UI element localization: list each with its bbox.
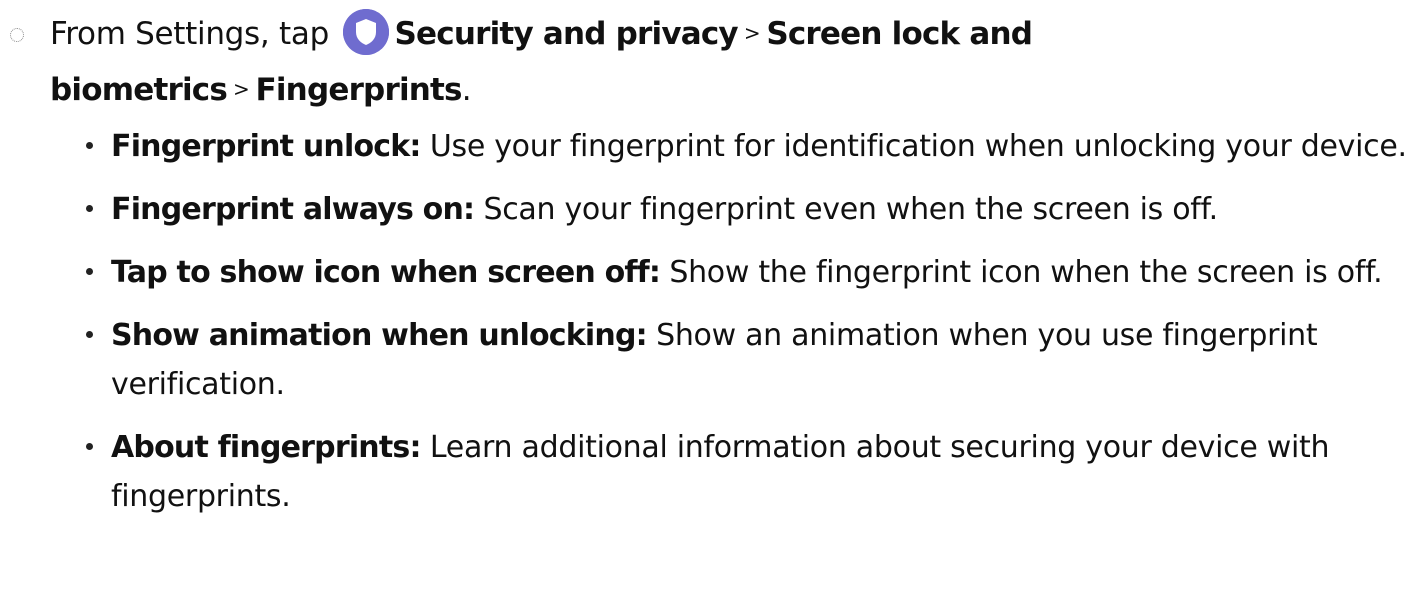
path-fingerprints: Fingerprints (255, 72, 462, 108)
step-marker-icon (10, 28, 24, 42)
bullet-colon: : (648, 255, 661, 290)
list-item: Fingerprint unlock: Use your fingerprint… (0, 122, 1423, 171)
bullet-icon (86, 331, 93, 338)
bullet-term: Show animation when unlocking (111, 318, 636, 353)
bullet-colon: : (409, 129, 421, 164)
step-end: . (461, 72, 472, 108)
fingerprint-options-list: Fingerprint unlock: Use your fingerprint… (0, 122, 1423, 535)
bullet-icon (86, 443, 93, 450)
path-separator: > (743, 21, 761, 45)
bullet-term: About fingerprints (111, 430, 410, 465)
list-item: Show animation when unlocking: Show an a… (0, 311, 1423, 409)
bullet-desc: Use your fingerprint for identification … (429, 129, 1407, 164)
bullet-icon (86, 268, 93, 275)
bullet-icon (86, 205, 93, 212)
shield-icon (342, 8, 389, 55)
bullet-term: Tap to show icon when screen off (111, 255, 650, 290)
bullet-term: Fingerprint unlock (111, 129, 410, 164)
bullet-colon: : (635, 318, 648, 353)
bullet-term: Fingerprint always on (111, 192, 464, 227)
step-text: From Settings, tap Security and privacy >… (50, 8, 1410, 120)
bullet-icon (86, 142, 93, 149)
bullet-desc: Scan your fingerprint even when the scre… (483, 192, 1219, 227)
bullet-colon: : (463, 192, 475, 227)
list-item: Fingerprint always on: Scan your fingerp… (0, 185, 1423, 234)
path-separator: > (233, 77, 250, 101)
list-item: About fingerprints: Learn additional inf… (0, 423, 1423, 521)
step-prefix: From Settings, tap (50, 16, 329, 52)
bullet-desc: Show the fingerprint icon when the scree… (669, 255, 1383, 290)
path-security-privacy: Security and privacy (394, 16, 739, 52)
list-item: Tap to show icon when screen off: Show t… (0, 248, 1423, 297)
bullet-colon: : (409, 430, 421, 465)
